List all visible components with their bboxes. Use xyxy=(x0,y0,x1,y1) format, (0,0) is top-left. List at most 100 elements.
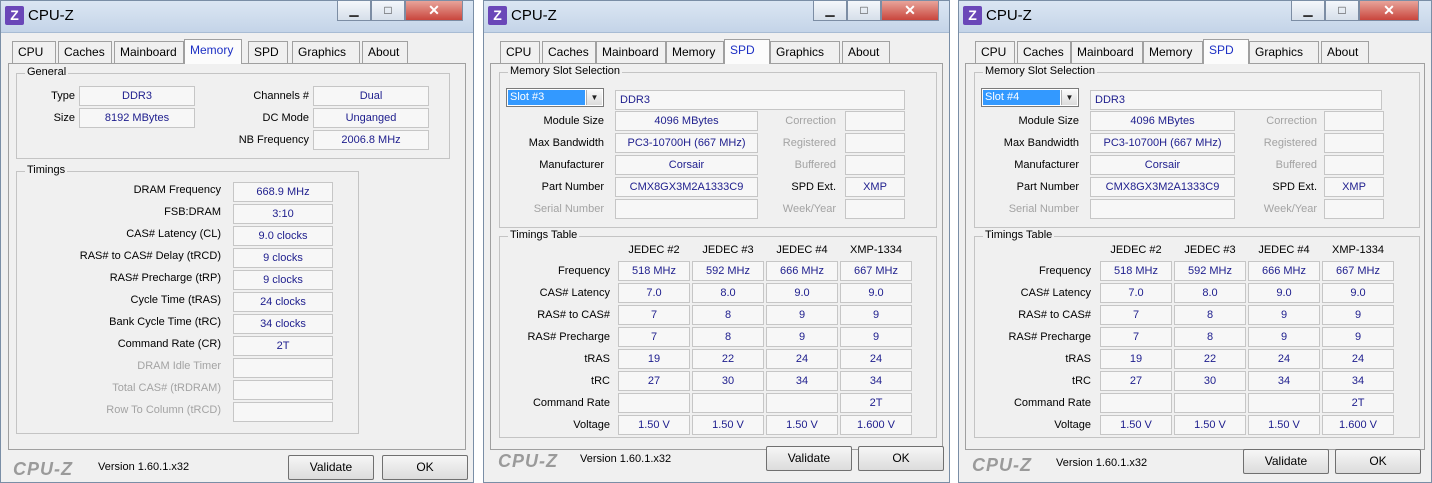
timing-cell: 8.0 xyxy=(692,283,764,303)
timing-cell: 22 xyxy=(1174,349,1246,369)
cpuz-brand-logo: CPU-Z xyxy=(13,459,73,479)
tab-about[interactable]: About xyxy=(362,41,408,63)
row-label: tRC xyxy=(591,375,610,387)
slot-select[interactable]: Slot #3 ▼ xyxy=(506,88,604,107)
timing-cell xyxy=(618,393,690,413)
column-header: JEDEC #2 xyxy=(628,244,680,256)
timing-cell: 592 MHz xyxy=(1174,261,1246,281)
tab-spd[interactable]: SPD xyxy=(724,39,770,64)
minimize-button[interactable]: ▁ xyxy=(1291,1,1325,21)
window-title: CPU-Z xyxy=(28,7,74,24)
tab-graphics[interactable]: Graphics xyxy=(770,41,840,63)
maximize-button[interactable]: □ xyxy=(371,1,405,21)
tab-graphics[interactable]: Graphics xyxy=(292,41,360,63)
validate-button[interactable]: Validate xyxy=(288,455,374,480)
title-bar[interactable]: Z CPU-Z ▁ □ ✕ xyxy=(484,1,949,33)
row-label: tRAS xyxy=(1065,353,1091,365)
timing-cell: 7 xyxy=(1100,327,1172,347)
memory-type-value: DDR3 xyxy=(1090,90,1382,110)
manufacturer-label: Manufacturer xyxy=(539,159,604,171)
row-label: Frequency xyxy=(558,265,610,277)
cpuz-window-spd-slot3: Z CPU-Z ▁ □ ✕ CPU Caches Mainboard Memor… xyxy=(483,0,950,483)
timing-cell: 9.0 xyxy=(766,283,838,303)
slot-select[interactable]: Slot #4 ▼ xyxy=(981,88,1079,107)
dcmode-value: Unganged xyxy=(313,108,429,128)
chevron-down-icon[interactable]: ▼ xyxy=(586,90,602,105)
timing-cell: 9.0 xyxy=(840,283,912,303)
close-button[interactable]: ✕ xyxy=(881,1,939,21)
tab-spd[interactable]: SPD xyxy=(1203,39,1249,64)
week-year-label: Week/Year xyxy=(782,203,836,215)
timing-label: Total CAS# (tRDRAM) xyxy=(112,382,221,394)
size-label: Size xyxy=(53,112,75,124)
timing-cell: 2T xyxy=(840,393,912,413)
tab-cpu[interactable]: CPU xyxy=(500,41,540,63)
tab-memory[interactable]: Memory xyxy=(1143,41,1203,63)
title-bar[interactable]: Z CPU-Z ▁ □ ✕ xyxy=(1,1,473,33)
memory-panel: General Type DDR3 Size 8192 MBytes Chann… xyxy=(8,63,466,450)
timing-cell: 9 xyxy=(1322,327,1394,347)
max-bandwidth-value: PC3-10700H (667 MHz) xyxy=(1090,133,1235,153)
part-number-value: CMX8GX3M2A1333C9 xyxy=(615,177,758,197)
tab-mainboard[interactable]: Mainboard xyxy=(1071,41,1143,63)
timing-cell: 9 xyxy=(1322,305,1394,325)
tab-cpu[interactable]: CPU xyxy=(975,41,1015,63)
column-header: JEDEC #4 xyxy=(1258,244,1310,256)
timing-value: 9 clocks xyxy=(233,270,333,290)
size-value: 8192 MBytes xyxy=(79,108,195,128)
timing-cell: 9 xyxy=(766,305,838,325)
timing-cell: 667 MHz xyxy=(840,261,912,281)
registered-label: Registered xyxy=(1263,137,1317,149)
tab-caches[interactable]: Caches xyxy=(542,41,596,63)
tab-about[interactable]: About xyxy=(842,41,890,63)
spd-ext-label: SPD Ext. xyxy=(791,181,836,193)
minimize-button[interactable]: ▁ xyxy=(813,1,847,21)
timing-cell: 8 xyxy=(1174,327,1246,347)
minimize-button[interactable]: ▁ xyxy=(337,1,371,21)
title-bar[interactable]: Z CPU-Z ▁ □ ✕ xyxy=(959,1,1431,33)
timing-cell xyxy=(1174,393,1246,413)
timing-cell: 9.0 xyxy=(1248,283,1320,303)
column-header: XMP-1334 xyxy=(1332,244,1384,256)
timing-label: RAS# Precharge (tRP) xyxy=(109,272,221,284)
tab-about[interactable]: About xyxy=(1321,41,1369,63)
spd-ext-label: SPD Ext. xyxy=(1272,181,1317,193)
buffered-value xyxy=(845,155,905,175)
timings-table-group: Timings Table JEDEC #2 JEDEC #3 JEDEC #4… xyxy=(974,229,1420,438)
type-value: DDR3 xyxy=(79,86,195,106)
serial-number-label: Serial Number xyxy=(1008,203,1079,215)
column-header: JEDEC #3 xyxy=(702,244,754,256)
row-label: CAS# Latency xyxy=(539,287,610,299)
ok-button[interactable]: OK xyxy=(858,446,944,471)
ok-button[interactable]: OK xyxy=(1335,449,1421,474)
timing-value: 9.0 clocks xyxy=(233,226,333,246)
ok-button[interactable]: OK xyxy=(382,455,468,480)
timing-cell: 30 xyxy=(1174,371,1246,391)
tab-memory[interactable]: Memory xyxy=(666,41,724,63)
tab-mainboard[interactable]: Mainboard xyxy=(596,41,666,63)
timing-cell: 9 xyxy=(766,327,838,347)
registered-value xyxy=(845,133,905,153)
tab-caches[interactable]: Caches xyxy=(58,41,112,63)
chevron-down-icon[interactable]: ▼ xyxy=(1061,90,1077,105)
max-bandwidth-label: Max Bandwidth xyxy=(528,137,604,149)
maximize-button[interactable]: □ xyxy=(1325,1,1359,21)
tab-caches[interactable]: Caches xyxy=(1017,41,1071,63)
timing-value: 3:10 xyxy=(233,204,333,224)
correction-value xyxy=(845,111,905,131)
close-button[interactable]: ✕ xyxy=(1359,1,1419,21)
tab-graphics[interactable]: Graphics xyxy=(1249,41,1319,63)
tab-spd[interactable]: SPD xyxy=(248,41,288,63)
row-label: RAS# Precharge xyxy=(1008,331,1091,343)
tab-memory[interactable]: Memory xyxy=(184,39,242,64)
validate-button[interactable]: Validate xyxy=(1243,449,1329,474)
spd-ext-value: XMP xyxy=(845,177,905,197)
tab-cpu[interactable]: CPU xyxy=(12,41,56,63)
timing-cell: 7 xyxy=(618,327,690,347)
validate-button[interactable]: Validate xyxy=(766,446,852,471)
maximize-button[interactable]: □ xyxy=(847,1,881,21)
timing-cell: 19 xyxy=(618,349,690,369)
correction-label: Correction xyxy=(1266,115,1317,127)
close-button[interactable]: ✕ xyxy=(405,1,463,21)
tab-mainboard[interactable]: Mainboard xyxy=(114,41,184,63)
